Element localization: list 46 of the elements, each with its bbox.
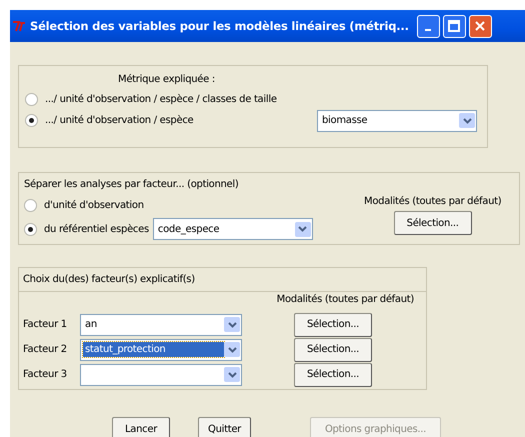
dropdown[interactable]: an <box>80 314 242 336</box>
radio-label: .../ unité d'observation / espèce <box>45 115 194 126</box>
dropdown[interactable] <box>80 364 242 386</box>
radio-button[interactable] <box>24 222 37 236</box>
dropdown-arrow-button[interactable] <box>224 317 240 332</box>
dropdown[interactable]: code_espece <box>152 218 313 240</box>
radio-label: d'unité d'observation <box>44 200 144 210</box>
dropdown-arrow-button[interactable] <box>224 342 240 357</box>
radio-label: .../ unité d'observation / espèce / classes de taille <box>45 94 277 105</box>
panel-title: Séparer les analyses par facteur... (optionnel) <box>24 179 240 190</box>
caret-icon <box>298 226 308 232</box>
modalities-label: Modalités (toutes par défaut) <box>276 294 414 307</box>
radio-button[interactable] <box>24 198 37 212</box>
radio-button[interactable] <box>25 114 38 127</box>
caret-icon <box>228 372 236 378</box>
close-icon <box>474 20 486 32</box>
dropdown-arrow-button[interactable] <box>459 113 475 128</box>
dropdown-arrow-button[interactable] <box>294 222 311 236</box>
dropdown-arrow-button[interactable] <box>224 367 240 382</box>
factor-label: Facteur 2 <box>23 344 68 355</box>
app-logo-icon <box>12 20 26 32</box>
selection-button[interactable]: Sélection... <box>294 338 372 362</box>
caret-icon <box>228 346 236 352</box>
window-title: Sélection des variables pour les modèles linéaires (métriq... <box>30 19 409 33</box>
selection-button[interactable]: Sélection... <box>294 362 372 386</box>
caret-icon <box>228 322 236 328</box>
panel-title: Métrique expliquée : <box>118 74 216 85</box>
maximize-button[interactable] <box>442 14 466 38</box>
dropdown[interactable]: statut_protection <box>80 338 242 360</box>
radio-button[interactable] <box>25 93 38 106</box>
caret-icon <box>462 118 472 124</box>
dialog-button[interactable]: Lancer <box>112 417 170 437</box>
dropdown[interactable]: biomasse <box>317 110 477 132</box>
selection-button[interactable]: Sélection... <box>394 211 472 235</box>
factor-label: Facteur 3 <box>23 369 68 380</box>
minimize-button[interactable] <box>416 14 440 38</box>
maximize-icon <box>448 20 460 32</box>
selection-button[interactable]: Sélection... <box>294 312 372 336</box>
radio-label: du référentiel espèces <box>44 224 149 234</box>
dialog-button: Options graphiques... <box>310 417 441 437</box>
minimize-icon <box>425 29 432 31</box>
factor-label: Facteur 1 <box>23 319 68 330</box>
panel-title: Choix du(des) facteur(s) explicatif(s) <box>19 268 426 292</box>
dialog-button[interactable]: Quitter <box>198 417 251 437</box>
modalities-label: Modalités (toutes par défaut) <box>364 196 502 207</box>
close-button[interactable] <box>468 14 492 38</box>
